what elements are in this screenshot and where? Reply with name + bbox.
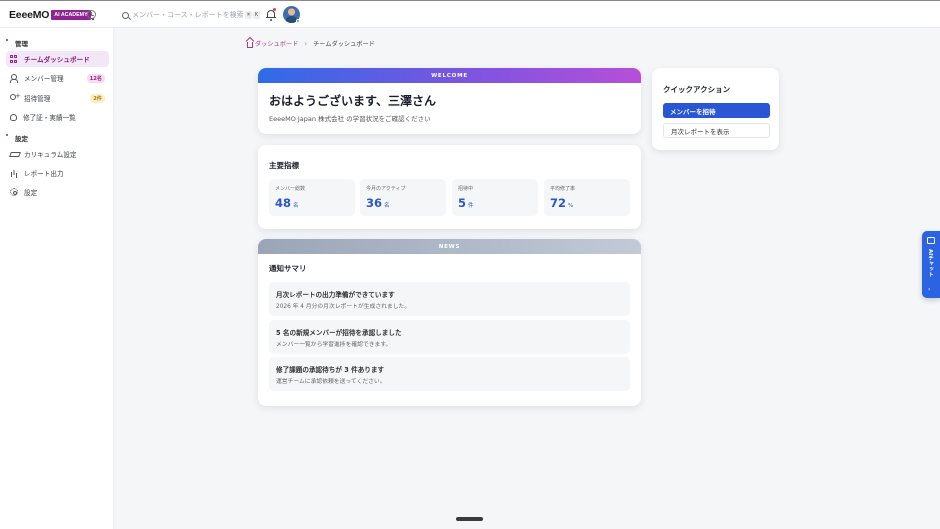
sidebar-item-curriculum[interactable]: カリキュラム設定 [6,146,109,162]
stat-monthly-active: 今月のアクティブ 36 名 [360,179,446,216]
notice-item[interactable]: 5 名の新規メンバーが招待を承認しました メンバー一覧から学習進捗を確認できます… [269,320,630,354]
ai-chat-tab[interactable]: AIチャット ‹ [922,231,940,298]
metrics-card: 主要指標 メンバー総数 48 名 今月のアクティブ 36 名 招待中 5件 平均修了… [258,145,641,229]
sidebar-item-label: カリキュラム設定 [24,151,77,159]
sidebar-item-label: レポート出力 [24,170,64,178]
welcome-card: WELCOME おはようございます、三澤さん EeeeMO Japan 株式会社… [258,68,641,134]
stat-completion-rate: 平均修了率 72% [544,179,630,216]
notification-dot [273,8,276,11]
notice-title: 月次レポートの出力準備ができています [276,291,395,299]
ai-chat-label: AIチャット [927,249,933,278]
stat-pending-invites: 招待中 5件 [452,179,538,216]
stat-label: メンバー総数 [275,186,306,192]
sidebar: 管理 チームダッシュボード メンバー管理 12名 招待管理 2件 修了証・実績一… [0,28,114,529]
invitation-count-badge: 2件 [90,93,105,103]
stat-label: 招待中 [458,186,474,192]
sidebar-item-settings[interactable]: 設定 [6,184,109,200]
brand-logo[interactable]: EeeeMO AI ACADEMY [9,9,94,21]
bar-chart-icon [10,169,18,177]
news-title: 通知サマリ [269,264,307,273]
sidebar-section-settings: 設定 [15,135,28,143]
brand-badge: AI ACADEMY [51,10,91,20]
grid-icon [10,55,18,63]
sidebar-item-team-dashboard[interactable]: チームダッシュボード [6,51,109,67]
breadcrumb-current: チームダッシュボード [313,41,375,48]
notice-title: 修了課題の承認待ちが 3 件あります [276,366,385,374]
online-status-indicator [296,19,300,23]
search-icon [122,11,129,19]
chevron-left-icon: ‹ [928,286,931,293]
news-band: NEWS [258,239,641,254]
shortcut-key-cmd: ⌘ [245,11,253,19]
section-bullet [6,134,8,136]
sidebar-item-label: 設定 [24,189,38,197]
stat-value: 5件 [458,196,474,210]
sidebar-item-reports[interactable]: レポート出力 [6,165,109,181]
sidebar-section-manage: 管理 [15,40,28,48]
sidebar-item-certificates[interactable]: 修了証・実績一覧 [6,109,109,125]
notice-body: メンバー一覧から学習進捗を確認できます。 [276,342,392,348]
stat-value: 72% [550,196,574,210]
breadcrumb-home-link[interactable]: ダッシュボード [255,39,298,48]
stat-total-members: メンバー総数 48 名 [269,179,355,216]
sidebar-item-label: 招待管理 [24,95,51,103]
member-count-badge: 12名 [86,73,105,83]
sidebar-item-label: チームダッシュボード [24,56,90,64]
notice-item[interactable]: 修了課題の承認待ちが 3 件あります 運営チームに承認依頼を送ってください。 [269,357,630,391]
metrics-title: 主要指標 [269,161,299,170]
sidebar-item-invitations[interactable]: 招待管理 2件 [6,90,109,106]
chat-icon [927,237,935,244]
graduation-cap-icon [10,150,18,158]
sidebar-item-members[interactable]: メンバー管理 12名 [6,70,109,86]
shortcut-key-k: K [253,11,261,19]
home-icon [247,41,253,48]
greeting-heading: おはようございます、三澤さん [269,94,437,108]
quick-actions-title: クイックアクション [663,85,731,94]
breadcrumb: ダッシュボード › チームダッシュボード [247,39,375,48]
invite-icon [10,92,21,102]
stat-value: 36 名 [366,196,390,210]
breadcrumb-separator: › [304,39,308,48]
sidebar-item-label: メンバー管理 [24,75,64,83]
top-bar: EeeeMO AI ACADEMY ⌘ K [0,0,940,28]
quick-actions-card: クイックアクション メンバーを招待 月次レポートを表示 [652,68,779,150]
greeting-subtitle: EeeeMO Japan 株式会社 の学習状況をご確認ください [269,115,431,123]
view-monthly-report-button[interactable]: 月次レポートを表示 [663,123,770,138]
section-bullet [6,39,8,41]
brand-name: EeeeMO [9,9,50,21]
news-card: NEWS 通知サマリ 月次レポートの出力準備ができています 2026 年 4 月… [258,239,641,406]
sidebar-item-label: 修了証・実績一覧 [23,114,76,122]
welcome-band: WELCOME [258,68,641,83]
notice-item[interactable]: 月次レポートの出力準備ができています 2026 年 4 月分の月次レポートが生成… [269,282,630,316]
users-icon [10,74,18,83]
home-indicator [456,517,483,521]
invite-member-button[interactable]: メンバーを招待 [663,103,770,118]
stat-value: 48 名 [275,196,299,210]
notice-title: 5 名の新規メンバーが招待を承認しました [276,329,402,337]
certificate-icon [10,113,17,121]
search-input[interactable] [132,11,244,19]
notice-body: 2026 年 4 月分の月次レポートが生成されました。 [276,304,411,310]
stat-label: 今月のアクティブ [366,186,406,192]
history-icon[interactable] [87,10,96,19]
search-bar[interactable]: ⌘ K [122,8,267,22]
stat-label: 平均修了率 [550,186,576,192]
notification-bell-icon[interactable] [266,8,276,21]
gear-icon [10,188,18,196]
notice-body: 運営チームに承認依頼を送ってください。 [276,379,386,385]
